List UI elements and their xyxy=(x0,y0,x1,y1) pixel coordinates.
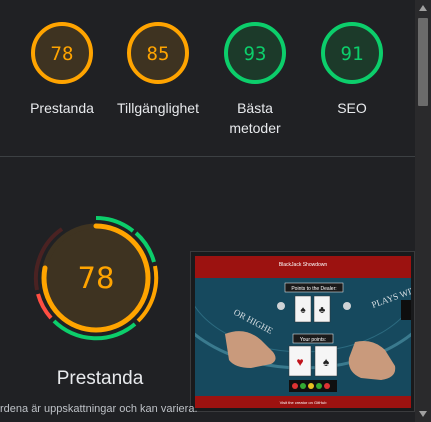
svg-text:♠: ♠ xyxy=(300,305,306,316)
score-label: Tillgänglighet xyxy=(117,100,199,116)
performance-score-value: 78 xyxy=(78,261,115,295)
score-value: 91 xyxy=(341,43,364,65)
score-gauge-performance: 78 xyxy=(31,22,93,84)
score-label: SEO xyxy=(337,100,367,116)
performance-title: Prestanda xyxy=(56,368,144,389)
vertical-scrollbar[interactable] xyxy=(415,0,431,422)
scrollbar-thumb[interactable] xyxy=(418,18,428,106)
score-value: 78 xyxy=(51,43,74,65)
score-value: 93 xyxy=(244,43,267,65)
thumb-player-label: Your points: xyxy=(300,337,326,343)
scroll-down-icon[interactable] xyxy=(415,406,431,422)
score-accessibility[interactable]: 85 Tillgänglighet xyxy=(110,20,206,118)
score-gauge-seo: 91 xyxy=(321,22,383,84)
score-seo[interactable]: 91 SEO xyxy=(304,20,400,118)
score-label: Prestanda xyxy=(30,100,94,116)
score-performance[interactable]: 78 Prestanda xyxy=(14,20,110,118)
score-gauge-accessibility: 85 xyxy=(127,22,189,84)
category-scores: 78 Prestanda 85 Tillgänglighet 93 Bästa … xyxy=(0,0,415,156)
thumb-site-title: BlackJack Showdown xyxy=(279,262,328,268)
score-gauge-best-practices: 93 xyxy=(224,22,286,84)
svg-text:♣: ♣ xyxy=(319,305,326,316)
screenshot-image: BlackJack Showdown PLAYS WITH OR HIGHE P… xyxy=(195,256,411,408)
performance-gauge: 78 xyxy=(33,216,159,341)
svg-text:♠: ♠ xyxy=(323,355,330,369)
svg-text:♥: ♥ xyxy=(296,355,303,369)
thumb-dealer-label: Points to the Dealer: xyxy=(291,286,336,292)
scroll-up-icon[interactable] xyxy=(415,0,431,16)
score-label: Bästa metoder xyxy=(229,100,281,136)
disclaimer-text: rdena är uppskattningar och kan variera. xyxy=(0,403,198,415)
score-value: 85 xyxy=(147,43,170,65)
final-screenshot[interactable]: BlackJack Showdown PLAYS WITH OR HIGHE P… xyxy=(190,251,415,412)
score-best-practices[interactable]: 93 Bästa metoder xyxy=(207,20,303,138)
section-divider xyxy=(0,156,415,157)
